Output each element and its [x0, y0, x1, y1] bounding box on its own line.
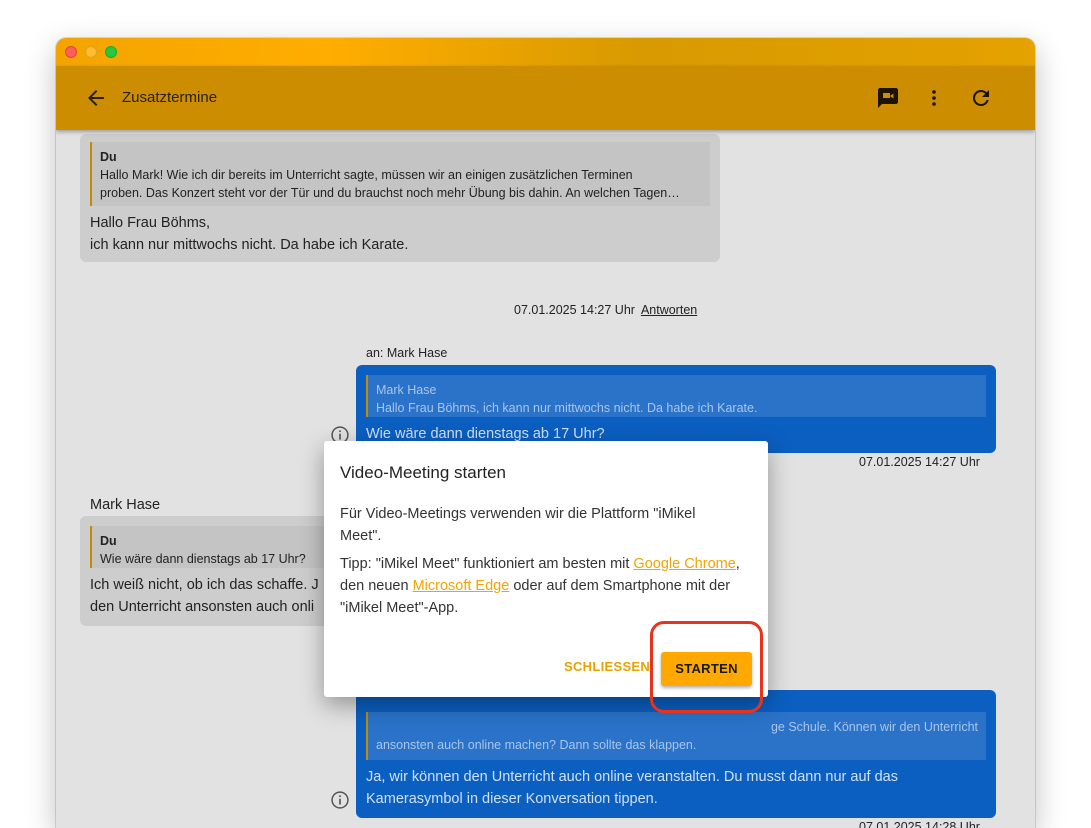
message-bubble-outgoing: Mark Hase Hallo Frau Böhms, ich kann nur… — [356, 365, 996, 453]
quoted-message[interactable]: ge Schule. Können wir den Unterricht ans… — [366, 712, 986, 760]
microsoft-edge-link[interactable]: Microsoft Edge — [413, 578, 510, 594]
quote-text-line: proben. Das Konzert steht vor der Tür un… — [100, 186, 680, 200]
message-timestamp: 07.01.2025 14:27 Uhr — [514, 303, 635, 317]
info-icon[interactable] — [330, 790, 350, 810]
quote-author: Du — [100, 150, 117, 164]
quoted-message[interactable]: Mark Hase Hallo Frau Böhms, ich kann nur… — [366, 375, 986, 417]
message-line: den Unterricht ansonsten auch onli — [90, 599, 315, 615]
message-timestamp: 07.01.2025 14:27 Uhr — [859, 455, 980, 469]
message-sender: Mark Hase — [90, 497, 161, 513]
tip-text: Tipp: "iMikel Meet" funktioniert am best… — [340, 556, 634, 572]
message-recipient: an: Mark Hase — [366, 346, 448, 360]
quote-author: Mark Hase — [376, 383, 437, 397]
dialog-paragraph: Für Video-Meetings verwenden wir die Pla… — [340, 506, 696, 544]
message-timestamp: 07.01.2025 14:28 Uhr — [859, 820, 980, 828]
message-meta: 07.01.2025 14:27 Uhr Antworten — [514, 303, 697, 317]
video-chat-icon[interactable] — [876, 86, 900, 110]
close-button[interactable]: SCHLIESSEN — [564, 659, 650, 674]
close-window-button[interactable] — [65, 46, 77, 58]
quote-text-line: ge Schule. Können wir den Unterricht — [770, 720, 978, 734]
maximize-window-button[interactable] — [105, 46, 117, 58]
message-text: Hallo Frau Böhms, ich kann nur mittwochs… — [90, 212, 408, 256]
dialog-body: Für Video-Meetings verwenden wir die Pla… — [340, 503, 740, 625]
start-button[interactable]: STARTEN — [661, 652, 752, 686]
quoted-message[interactable]: Du Hallo Mark! Wie ich dir bereits im Un… — [90, 142, 710, 206]
message-line: Kamerasymbol in dieser Konversation tipp… — [366, 791, 658, 807]
message-bubble-outgoing: ge Schule. Können wir den Unterricht ans… — [356, 690, 996, 818]
dialog-tip: Tipp: "iMikel Meet" funktioniert am best… — [340, 553, 740, 619]
page-title: Zusatztermine — [122, 89, 218, 106]
message-text: Ich weiß nicht, ob ich das schaffe. J de… — [90, 574, 319, 618]
message-line: Ich weiß nicht, ob ich das schaffe. J — [90, 577, 319, 593]
message-text: Ja, wir können den Unterricht auch onlin… — [366, 766, 898, 810]
video-meeting-dialog: Video-Meeting starten Für Video-Meetings… — [324, 441, 768, 697]
back-arrow-icon[interactable] — [84, 86, 108, 110]
window-titlebar — [56, 38, 1035, 66]
message-line: Ja, wir können den Unterricht auch onlin… — [366, 769, 898, 785]
app-bar: Zusatztermine — [56, 66, 1035, 130]
quote-text-line: ansonsten auch online machen? Dann sollt… — [376, 738, 697, 752]
quote-text-line: Hallo Mark! Wie ich dir bereits im Unter… — [100, 168, 633, 182]
message-line: Hallo Frau Böhms, — [90, 215, 211, 231]
app-window: Zusatztermine Du Hallo Mark! Wie ich dir… — [56, 38, 1035, 828]
message-bubble-incoming: Du Hallo Mark! Wie ich dir bereits im Un… — [80, 134, 720, 262]
more-vert-icon[interactable] — [922, 86, 946, 110]
reply-link[interactable]: Antworten — [641, 303, 697, 317]
google-chrome-link[interactable]: Google Chrome — [633, 556, 735, 572]
message-line: ich kann nur mittwochs nicht. Da habe ic… — [90, 237, 409, 253]
quote-text-line: Hallo Frau Böhms, ich kann nur mittwochs… — [376, 401, 758, 415]
minimize-window-button[interactable] — [85, 46, 97, 58]
dialog-title: Video-Meeting starten — [340, 463, 507, 482]
refresh-icon[interactable] — [969, 86, 993, 110]
